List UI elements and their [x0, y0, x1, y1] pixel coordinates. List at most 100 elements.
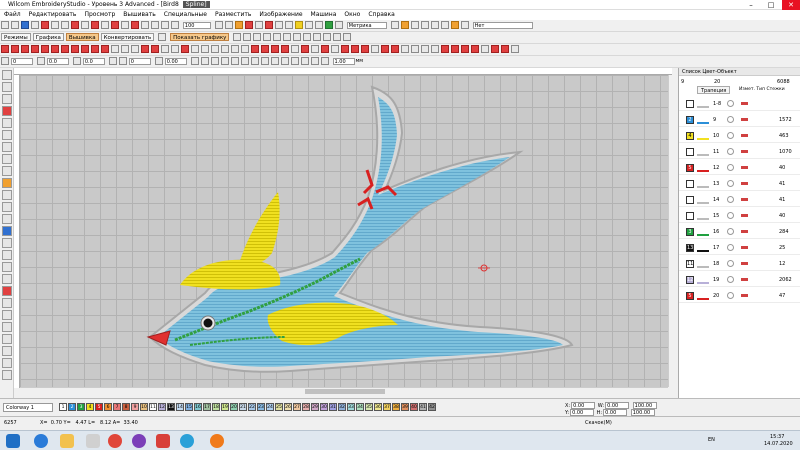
elastic-tool-icon[interactable]: [2, 262, 12, 272]
holes-icon[interactable]: [391, 45, 399, 53]
auto-border-tool-icon[interactable]: [2, 274, 12, 284]
object-color-swatch[interactable]: 4: [686, 132, 694, 140]
color-swatch[interactable]: 8: [122, 403, 130, 411]
vertical-scrollbar[interactable]: [668, 75, 676, 387]
sequence2-icon[interactable]: [501, 45, 509, 53]
ungroup-icon[interactable]: [420, 21, 429, 29]
color-swatch[interactable]: 9: [131, 403, 139, 411]
optimize-icon[interactable]: [331, 45, 339, 53]
puckering-icon[interactable]: [431, 45, 439, 53]
brush-icon[interactable]: [244, 21, 253, 29]
new-icon[interactable]: [1, 21, 9, 29]
color-swatch[interactable]: 30: [320, 403, 328, 411]
mode-convert-button[interactable]: Конвертировать: [100, 33, 155, 41]
design-canvas[interactable]: [20, 75, 668, 387]
outline2-icon[interactable]: [411, 45, 419, 53]
weld-icon[interactable]: [351, 45, 359, 53]
stitch-icon[interactable]: [91, 21, 99, 29]
wilcom-icon[interactable]: [210, 434, 224, 448]
team-names-tool-icon[interactable]: [2, 250, 12, 260]
split-icon[interactable]: [211, 45, 219, 53]
prop14-icon[interactable]: [260, 57, 269, 65]
tatami-icon[interactable]: [11, 45, 19, 53]
step-icon[interactable]: [101, 45, 109, 53]
e-stitch-icon[interactable]: [81, 45, 89, 53]
prop10-icon[interactable]: [220, 57, 229, 65]
prop-field-4[interactable]: 0: [128, 57, 151, 65]
viber-icon[interactable]: [132, 434, 146, 448]
needle-icon[interactable]: [264, 21, 273, 29]
cut-icon[interactable]: [41, 21, 49, 29]
backstitch-icon[interactable]: [41, 45, 49, 53]
bitmap-icon[interactable]: [263, 33, 272, 41]
smart-corner-icon[interactable]: [471, 45, 479, 53]
menu-machine[interactable]: Машина: [307, 10, 341, 19]
h-field[interactable]: 0.00: [603, 409, 628, 416]
color-swatch[interactable]: 16: [194, 403, 202, 411]
grid-icon[interactable]: [254, 21, 263, 29]
select-icon[interactable]: [121, 21, 129, 29]
rotate-icon[interactable]: [460, 21, 469, 29]
object-row[interactable]: 13 41: [679, 177, 800, 191]
eye-icon[interactable]: [253, 33, 262, 41]
minimize-button[interactable]: –: [742, 0, 760, 10]
open-icon[interactable]: [11, 21, 19, 29]
hoop2-icon[interactable]: [333, 33, 342, 41]
prop-field-5[interactable]: 0.00: [164, 57, 187, 65]
picture-tool-icon[interactable]: [2, 310, 12, 320]
contour-icon[interactable]: [121, 45, 129, 53]
fit-icon[interactable]: [214, 21, 223, 29]
offset-icon[interactable]: [421, 45, 429, 53]
show-graphics-button[interactable]: Показать графику: [170, 33, 230, 41]
object-row[interactable]: 5 20 47: [679, 289, 800, 303]
color-swatch[interactable]: 11: [149, 403, 157, 411]
prop11-icon[interactable]: [230, 57, 239, 65]
radial-icon[interactable]: [131, 45, 139, 53]
triple-run-icon[interactable]: [31, 45, 39, 53]
corner-icon[interactable]: [461, 45, 469, 53]
color-swatch[interactable]: 14: [176, 403, 184, 411]
mirror-icon[interactable]: [450, 21, 459, 29]
object-row[interactable]: 5 12 40: [679, 161, 800, 175]
app-icon[interactable]: [156, 434, 170, 448]
object-row[interactable]: 14 41: [679, 193, 800, 207]
zoom-in-icon[interactable]: [141, 21, 149, 29]
panel-tab[interactable]: Трапеция: [697, 86, 731, 94]
object-row[interactable]: 3 16 284: [679, 225, 800, 239]
select-tool-icon[interactable]: [2, 70, 12, 80]
mode-graphics-button[interactable]: Графика: [32, 33, 64, 41]
menu-help[interactable]: Справка: [364, 10, 398, 19]
close-button[interactable]: ✕: [782, 0, 800, 10]
object-color-swatch[interactable]: [686, 196, 694, 204]
bird-wing-yellow-upper[interactable]: [238, 192, 280, 268]
color-swatch[interactable]: 22: [248, 403, 256, 411]
measure-icon[interactable]: [224, 21, 233, 29]
distribute-icon[interactable]: [440, 21, 449, 29]
menu-view[interactable]: Просмотр: [80, 10, 119, 19]
prop19-icon[interactable]: [310, 57, 319, 65]
color-swatch[interactable]: 38: [392, 403, 400, 411]
color-swatch[interactable]: 7: [113, 403, 121, 411]
travel-icon[interactable]: [101, 21, 109, 29]
color-swatch[interactable]: 6: [104, 403, 112, 411]
color-swatch[interactable]: 15: [185, 403, 193, 411]
media-icon[interactable]: [86, 434, 100, 448]
pull-comp-icon[interactable]: [181, 45, 189, 53]
prop20-icon[interactable]: [320, 57, 329, 65]
stamp-tool-icon[interactable]: [2, 298, 12, 308]
horizontal-scroll-thumb[interactable]: [305, 389, 385, 394]
angle-icon[interactable]: [201, 45, 209, 53]
color-swatch[interactable]: 2: [68, 403, 76, 411]
text-icon[interactable]: [303, 33, 312, 41]
prop7-icon[interactable]: [190, 57, 199, 65]
color-swatch[interactable]: 41: [419, 403, 427, 411]
underlay-icon[interactable]: [191, 45, 199, 53]
run-tool-icon[interactable]: [2, 190, 12, 200]
prop15-icon[interactable]: [270, 57, 279, 65]
density-icon[interactable]: [171, 45, 179, 53]
color-film-icon[interactable]: [301, 45, 309, 53]
travel2-icon[interactable]: [321, 45, 329, 53]
convert-icon[interactable]: [324, 21, 333, 29]
prop6-icon[interactable]: [154, 57, 163, 65]
prop-field-3[interactable]: 0.0: [82, 57, 105, 65]
